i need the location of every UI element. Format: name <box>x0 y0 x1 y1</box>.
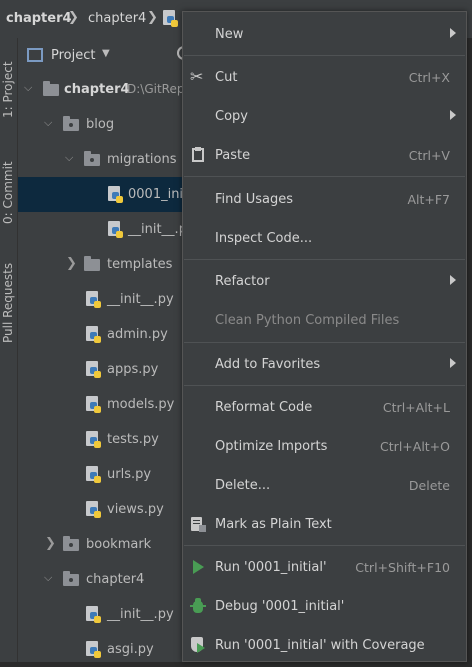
project-panel: Project ▼ ⌵ chapter4 D:\GitRep ⌵ blog ⌵ … <box>18 38 203 662</box>
clipboard-icon <box>190 147 206 163</box>
tree-item-templates[interactable]: ❯ templates <box>18 247 183 282</box>
menu-separator <box>184 55 465 56</box>
tree-item-chapter4-package[interactable]: ⌵ chapter4 <box>18 562 183 597</box>
menu-separator <box>184 259 465 260</box>
submenu-arrow-icon <box>450 275 456 285</box>
tree-item-views[interactable]: views.py <box>18 492 183 527</box>
python-file-icon <box>108 186 124 203</box>
breadcrumb-item-chapter4-package[interactable]: chapter4 <box>88 11 146 26</box>
project-view-icon <box>27 48 43 62</box>
expand-arrow-icon[interactable]: ⌵ <box>44 571 52 585</box>
expand-arrow-icon[interactable]: ⌵ <box>24 81 32 95</box>
collapsed-arrow-icon[interactable]: ❯ <box>66 256 77 271</box>
package-folder-icon <box>84 151 100 166</box>
python-file-icon <box>86 641 102 658</box>
tree-item-bookmark[interactable]: ❯ bookmark <box>18 527 183 562</box>
python-file-icon <box>108 221 124 238</box>
menu-separator <box>184 385 465 386</box>
python-file-icon <box>86 361 102 378</box>
project-panel-header: Project ▼ <box>18 38 186 72</box>
menu-item-run-with-coverage[interactable]: Run '0001_initial' with Coverage <box>183 626 466 665</box>
context-menu: New ✂ Cut Ctrl+X Copy Paste Ctrl+V Find … <box>182 11 467 662</box>
run-icon <box>190 559 206 575</box>
submenu-arrow-icon <box>450 358 456 368</box>
menu-item-optimize-imports[interactable]: Optimize Imports Ctrl+Alt+O <box>183 427 466 466</box>
tab-commit[interactable]: 0: Commit <box>0 148 17 230</box>
menu-item-new[interactable]: New <box>183 15 466 54</box>
menu-item-copy[interactable]: Copy <box>183 97 466 136</box>
scissors-icon: ✂ <box>190 67 204 86</box>
menu-item-refactor[interactable]: Refactor <box>183 262 466 301</box>
tool-window-strip: 1: Project 0: Commit Pull Requests <box>0 38 18 662</box>
tab-pull-requests[interactable]: Pull Requests <box>0 253 17 365</box>
debug-icon <box>190 598 206 614</box>
python-file-icon <box>86 326 102 343</box>
chevron-down-icon[interactable]: ▼ <box>102 48 110 59</box>
tree-item-0001-initial[interactable]: 0001_initial <box>18 177 203 212</box>
menu-item-debug[interactable]: Debug '0001_initial' <box>183 587 466 626</box>
tree-item-migrations-init[interactable]: __init__.py <box>18 212 195 247</box>
menu-item-run[interactable]: Run '0001_initial' Ctrl+Shift+F10 <box>183 548 466 587</box>
project-view-title[interactable]: Project <box>51 48 95 63</box>
tree-item-migrations[interactable]: ⌵ migrations <box>18 142 183 177</box>
folder-icon <box>43 81 59 96</box>
python-file-icon[interactable] <box>163 10 179 27</box>
plain-text-icon <box>190 516 206 532</box>
breadcrumb-item-chapter4[interactable]: chapter4 <box>6 11 72 26</box>
package-folder-icon <box>63 571 79 586</box>
tab-project[interactable]: 1: Project <box>0 42 17 124</box>
chevron-right-icon: ❯ <box>147 10 158 25</box>
menu-separator <box>184 545 465 546</box>
tree-item-apps[interactable]: apps.py <box>18 352 183 387</box>
tree-item-models[interactable]: models.py <box>18 387 183 422</box>
coverage-icon <box>190 637 206 653</box>
python-file-icon <box>86 606 102 623</box>
menu-item-mark-as-plain-text[interactable]: Mark as Plain Text <box>183 505 466 544</box>
menu-separator <box>184 342 465 343</box>
python-file-icon <box>86 431 102 448</box>
submenu-arrow-icon <box>450 28 456 38</box>
menu-item-clean-python-compiled-files: Clean Python Compiled Files <box>215 313 400 328</box>
submenu-arrow-icon <box>450 110 456 120</box>
expand-arrow-icon[interactable]: ⌵ <box>65 151 73 165</box>
menu-item-find-usages[interactable]: Find Usages Alt+F7 <box>183 180 466 219</box>
tree-item-blog[interactable]: ⌵ blog <box>18 107 183 142</box>
tree-item-tests[interactable]: tests.py <box>18 422 183 457</box>
python-file-icon <box>86 291 102 308</box>
package-folder-icon <box>63 116 79 131</box>
python-file-icon <box>86 466 102 483</box>
tree-item-urls[interactable]: urls.py <box>18 457 183 492</box>
menu-separator <box>184 176 465 177</box>
menu-item-paste[interactable]: Paste Ctrl+V <box>183 136 466 175</box>
collapsed-arrow-icon[interactable]: ❯ <box>45 536 56 551</box>
python-file-icon <box>86 501 102 518</box>
menu-item-delete[interactable]: Delete... Delete <box>183 466 466 505</box>
expand-arrow-icon[interactable]: ⌵ <box>44 116 52 130</box>
python-file-icon <box>86 396 102 413</box>
menu-item-add-to-favorites[interactable]: Add to Favorites <box>183 345 466 384</box>
folder-icon <box>84 256 100 271</box>
menu-item-inspect-code[interactable]: Inspect Code... <box>183 219 466 258</box>
tree-item-chapter4-root[interactable]: ⌵ chapter4 D:\GitRep <box>18 72 184 107</box>
package-folder-icon <box>63 536 79 551</box>
menu-item-reformat-code[interactable]: Reformat Code Ctrl+Alt+L <box>183 388 466 427</box>
chevron-right-icon: ❯ <box>68 10 79 25</box>
tree-item-chapter4-init[interactable]: __init__.py <box>18 597 183 632</box>
tree-item-blog-init[interactable]: __init__.py <box>18 282 183 317</box>
tree-item-admin[interactable]: admin.py <box>18 317 183 352</box>
menu-item-cut[interactable]: ✂ Cut Ctrl+X <box>183 58 466 97</box>
